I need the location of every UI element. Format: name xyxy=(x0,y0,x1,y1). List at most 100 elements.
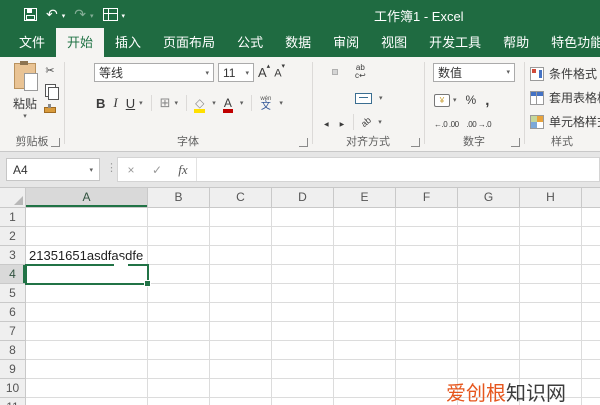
increase-decimal-icon[interactable]: ←.0 .00 xyxy=(434,120,459,129)
borders-icon[interactable]: ⊞ xyxy=(160,95,171,111)
column-header-e[interactable]: E xyxy=(334,188,396,208)
number-dialog-launcher-icon[interactable] xyxy=(511,138,520,147)
copy-icon[interactable] xyxy=(44,84,59,100)
row-header-2[interactable]: 2 xyxy=(0,227,26,246)
orientation-dropdown-icon[interactable]: ▾ xyxy=(378,118,382,126)
font-size-select[interactable]: 11 ▾ xyxy=(218,63,254,82)
row-header-3[interactable]: 3 xyxy=(0,246,26,265)
column-header-g[interactable]: G xyxy=(458,188,520,208)
tab-features[interactable]: 特色功能 xyxy=(540,28,600,57)
accounting-dropdown-icon[interactable]: ▾ xyxy=(453,96,457,104)
worksheet[interactable]: A B C D E F G H 1 2 3 4 5 6 7 8 9 10 11 xyxy=(0,188,600,405)
formula-input[interactable] xyxy=(196,158,599,181)
merge-center-icon[interactable] xyxy=(355,92,372,104)
quick-access-toolbar: ↶ ▾ ↷ ▾ ▾ xyxy=(24,5,125,23)
align-center-icon[interactable] xyxy=(333,96,337,100)
underline-dropdown-icon[interactable]: ▾ xyxy=(139,99,143,107)
cell-a3-value[interactable]: 21351651asdfasdfe xyxy=(29,246,143,265)
clipboard-dialog-launcher-icon[interactable] xyxy=(51,138,60,147)
wrap-text-icon[interactable]: ab c↩ xyxy=(355,64,366,80)
row-header-10[interactable]: 10 xyxy=(0,379,26,398)
row-header-11[interactable]: 11 xyxy=(0,398,26,405)
bold-button[interactable]: B xyxy=(96,96,105,111)
decrease-decimal-icon[interactable]: .00 →.0 xyxy=(467,120,492,129)
font-color-button[interactable]: A xyxy=(222,97,233,113)
insert-function-icon[interactable]: fx xyxy=(170,162,196,178)
column-header-h[interactable]: H xyxy=(520,188,582,208)
name-box-dropdown-icon[interactable]: ▾ xyxy=(89,166,93,174)
column-header-a[interactable]: A xyxy=(26,188,148,208)
align-left-icon[interactable] xyxy=(322,96,326,100)
clipboard-small-buttons: ✂ xyxy=(44,65,59,113)
tab-developer[interactable]: 开发工具 xyxy=(418,28,492,57)
alignment-dialog-launcher-icon[interactable] xyxy=(411,138,420,147)
phonetic-dropdown-icon[interactable]: ▾ xyxy=(279,99,283,107)
tab-file[interactable]: 文件 xyxy=(8,28,56,57)
row-header-7[interactable]: 7 xyxy=(0,322,26,341)
formula-bar-handle[interactable]: ⋮ xyxy=(106,161,117,174)
selected-cell-a4[interactable] xyxy=(25,264,151,287)
tab-data[interactable]: 数据 xyxy=(274,28,322,57)
column-header-f[interactable]: F xyxy=(396,188,458,208)
format-painter-icon[interactable] xyxy=(44,104,56,113)
paste-dropdown-icon[interactable]: ▾ xyxy=(8,112,42,120)
font-color-dropdown-icon[interactable]: ▾ xyxy=(240,99,244,107)
column-header-d[interactable]: D xyxy=(272,188,334,208)
tab-view[interactable]: 视图 xyxy=(370,28,418,57)
decrease-indent-icon[interactable]: ◀ xyxy=(322,111,331,133)
comma-style-button[interactable]: , xyxy=(485,92,489,109)
alignment-group-label: 对齐方式 xyxy=(346,136,390,148)
underline-button[interactable]: U xyxy=(126,96,135,111)
fill-handle[interactable] xyxy=(144,280,151,287)
save-icon[interactable] xyxy=(24,7,37,21)
cell-styles-button[interactable]: 单元格样式 xyxy=(530,113,600,130)
row-header-8[interactable]: 8 xyxy=(0,341,26,360)
fill-color-dropdown-icon[interactable]: ▾ xyxy=(212,99,216,107)
accounting-format-icon[interactable]: ¥ xyxy=(434,93,450,107)
borders-dropdown-icon[interactable]: ▾ xyxy=(175,99,179,107)
tab-help[interactable]: 帮助 xyxy=(492,28,540,57)
tab-review[interactable]: 审阅 xyxy=(322,28,370,57)
tab-insert[interactable]: 插入 xyxy=(104,28,152,57)
italic-button[interactable]: I xyxy=(113,95,117,111)
decrease-font-size-button[interactable]: A▾ xyxy=(274,63,285,80)
font-dialog-launcher-icon[interactable] xyxy=(299,138,308,147)
row-header-9[interactable]: 9 xyxy=(0,360,26,379)
row-header-4[interactable]: 4 xyxy=(0,265,26,284)
row-header-1[interactable]: 1 xyxy=(0,208,26,227)
undo-icon[interactable]: ↶ xyxy=(46,5,58,23)
increase-font-size-button[interactable]: A▴ xyxy=(258,63,270,80)
font-name-select[interactable]: 等线 ▾ xyxy=(94,63,214,82)
align-top-icon[interactable] xyxy=(322,70,326,74)
format-as-table-button[interactable]: 套用表格格式 xyxy=(530,89,600,106)
tab-formulas[interactable]: 公式 xyxy=(226,28,274,57)
undo-dropdown-icon[interactable]: ▾ xyxy=(62,12,66,20)
number-group-label: 数字 xyxy=(463,136,485,148)
name-box[interactable]: A4 ▾ xyxy=(6,158,100,181)
conditional-formatting-button[interactable]: 条件格式 xyxy=(530,65,597,82)
cell-grid[interactable] xyxy=(26,208,600,405)
align-bottom-icon[interactable] xyxy=(344,70,348,74)
number-format-select[interactable]: 数值 ▾ xyxy=(433,62,515,82)
align-middle-icon[interactable] xyxy=(332,69,338,75)
row-header-5[interactable]: 5 xyxy=(0,284,26,303)
percent-style-button[interactable]: % xyxy=(466,93,477,107)
select-all-corner[interactable] xyxy=(0,188,26,208)
orientation-icon[interactable]: ab xyxy=(359,115,373,129)
cut-icon[interactable]: ✂ xyxy=(45,65,54,77)
column-header-partial[interactable] xyxy=(582,188,600,208)
tab-home[interactable]: 开始 xyxy=(56,28,105,57)
column-header-b[interactable]: B xyxy=(148,188,210,208)
fill-color-button[interactable]: ◇ xyxy=(194,97,206,113)
customize-qat-icon[interactable]: ▾ xyxy=(122,12,126,20)
qat-grid-icon[interactable] xyxy=(102,7,118,21)
tab-page-layout[interactable]: 页面布局 xyxy=(152,28,226,57)
row-header-6[interactable]: 6 xyxy=(0,303,26,322)
paste-button[interactable]: 粘贴 ▾ xyxy=(8,61,42,127)
align-right-icon[interactable] xyxy=(344,96,348,100)
excel-window: ↶ ▾ ↷ ▾ ▾ 工作簿1 - Excel 文件 开始 插入 页面布局 公式 … xyxy=(0,0,600,405)
column-header-c[interactable]: C xyxy=(210,188,272,208)
increase-indent-icon[interactable]: ▶ xyxy=(338,111,347,133)
merge-center-dropdown-icon[interactable]: ▾ xyxy=(379,94,383,102)
phonetic-guide-button[interactable]: wén 文 xyxy=(260,96,271,112)
